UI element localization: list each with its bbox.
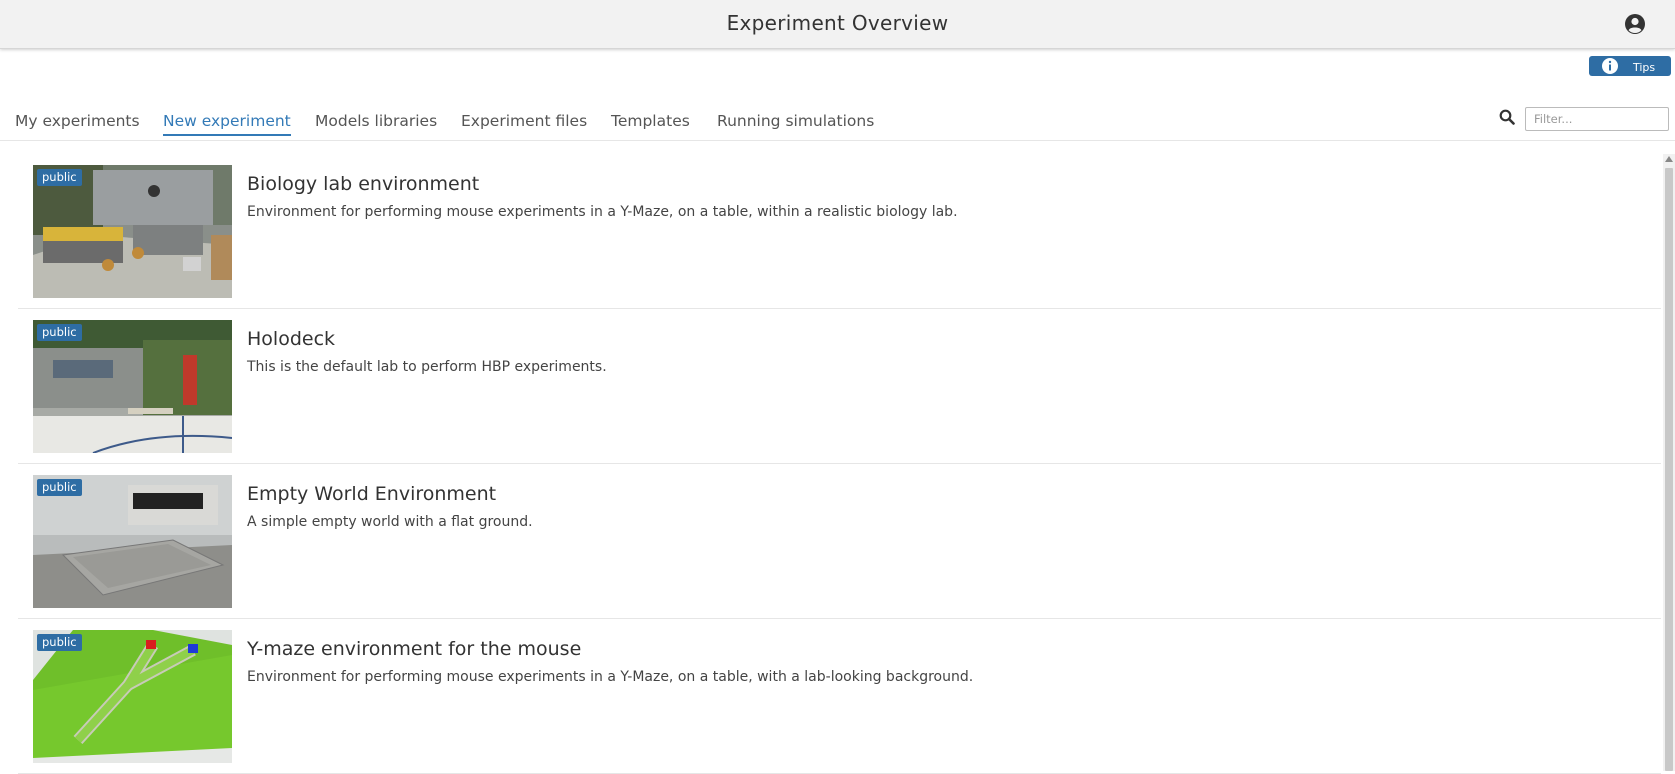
tab-new-experiment[interactable]: New experiment <box>163 112 291 136</box>
experiment-thumbnail: public <box>33 320 232 453</box>
scroll-up-arrow-icon[interactable] <box>1665 156 1673 162</box>
page-title: Experiment Overview <box>726 11 949 35</box>
public-badge: public <box>37 169 82 186</box>
experiment-card-empty-world[interactable]: public Empty World Environment A simple … <box>18 464 1661 619</box>
tab-templates[interactable]: Templates <box>611 112 690 134</box>
experiment-card-y-maze[interactable]: public Y-maze environment for the mouse … <box>18 619 1661 774</box>
experiment-card-holodeck[interactable]: public Holodeck This is the default lab … <box>18 309 1661 464</box>
tips-label: Tips <box>1633 61 1656 74</box>
tab-running-simulations[interactable]: Running simulations <box>717 112 874 134</box>
tab-models-libraries[interactable]: Models libraries <box>315 112 437 134</box>
experiment-list: public Biology lab environment Environme… <box>18 154 1661 774</box>
experiment-thumbnail: public <box>33 165 232 298</box>
public-badge: public <box>37 324 82 341</box>
experiment-thumbnail: public <box>33 630 232 763</box>
tab-my-experiments[interactable]: My experiments <box>15 112 140 134</box>
header-bar: Experiment Overview <box>0 0 1675 49</box>
experiment-title: Empty World Environment <box>247 483 497 505</box>
scrollbar[interactable] <box>1663 154 1675 771</box>
experiment-title: Holodeck <box>247 328 336 350</box>
experiment-description: This is the default lab to perform HBP e… <box>247 359 607 375</box>
public-badge: public <box>37 479 82 496</box>
search-icon[interactable] <box>1499 109 1515 125</box>
experiment-card-biology-lab[interactable]: public Biology lab environment Environme… <box>18 154 1661 309</box>
tips-button[interactable]: Tips <box>1589 56 1671 76</box>
experiment-description: Environment for performing mouse experim… <box>247 669 974 685</box>
tab-bar: My experiments New experiment Models lib… <box>0 104 1675 141</box>
scrollbar-thumb[interactable] <box>1665 168 1673 771</box>
experiment-title: Biology lab environment <box>247 173 480 195</box>
experiment-title: Y-maze environment for the mouse <box>247 638 582 660</box>
experiment-description: Environment for performing mouse experim… <box>247 204 958 220</box>
tab-experiment-files[interactable]: Experiment files <box>461 112 587 134</box>
filter-input[interactable] <box>1525 107 1669 131</box>
experiment-thumbnail: public <box>33 475 232 608</box>
info-icon <box>1602 58 1618 74</box>
user-circle-icon[interactable] <box>1624 13 1646 35</box>
experiment-description: A simple empty world with a flat ground. <box>247 514 533 530</box>
public-badge: public <box>37 634 82 651</box>
